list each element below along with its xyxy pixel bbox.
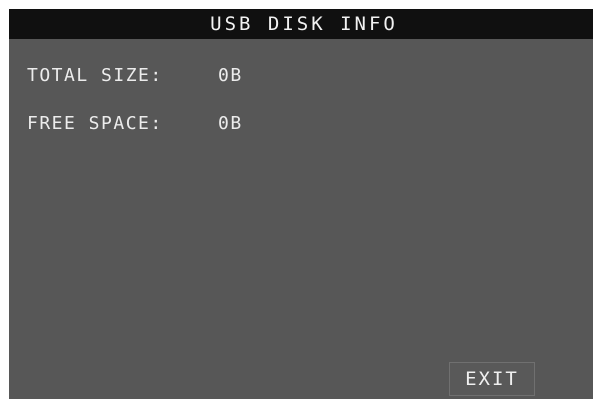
free-space-value: 0B <box>218 112 243 134</box>
total-size-row: TOTAL SIZE: 0B <box>27 60 243 90</box>
title-bar: USB DISK INFO <box>9 9 593 39</box>
free-space-label: FREE SPACE: <box>27 112 163 134</box>
total-size-label: TOTAL SIZE: <box>27 64 163 86</box>
total-size-value: 0B <box>218 64 243 86</box>
free-space-row: FREE SPACE: 0B <box>27 108 243 138</box>
exit-button[interactable]: EXIT <box>449 362 535 396</box>
page-title: USB DISK INFO <box>210 13 398 35</box>
usb-disk-info-screen: USB DISK INFO TOTAL SIZE: 0B FREE SPACE:… <box>9 9 593 399</box>
exit-button-label: EXIT <box>465 368 519 390</box>
